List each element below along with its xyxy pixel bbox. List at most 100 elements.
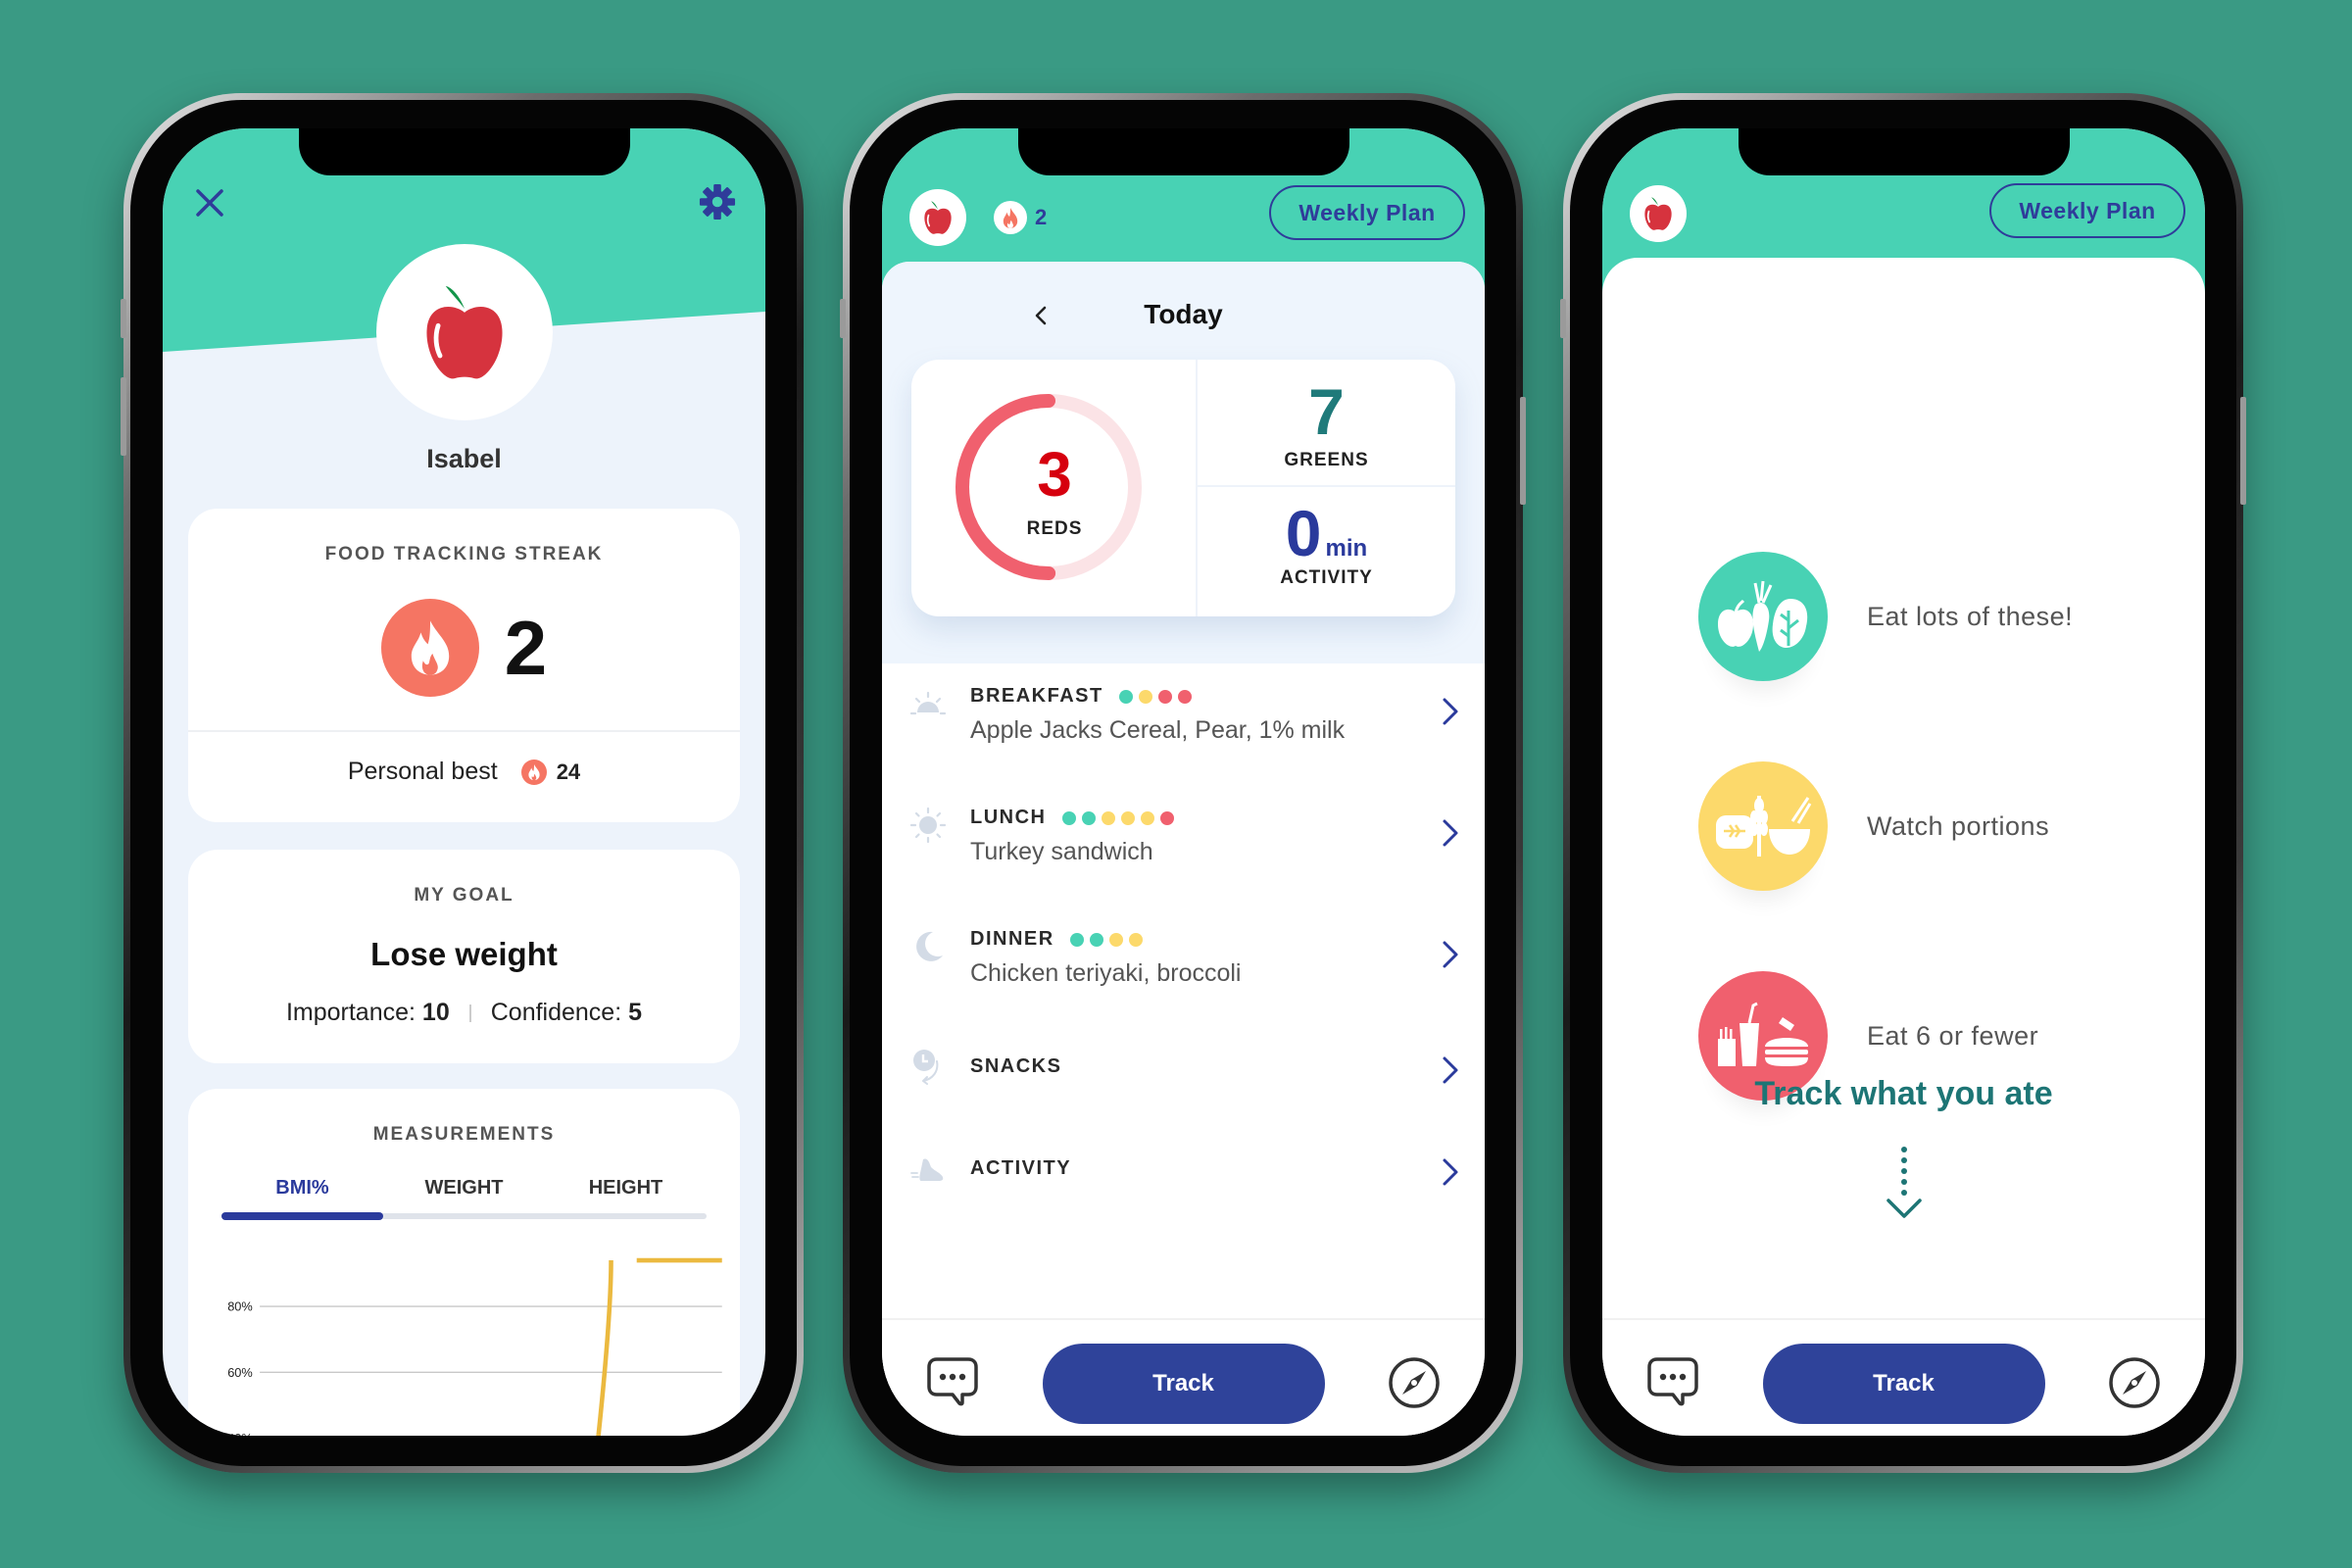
notch — [1017, 128, 1349, 175]
guide-text: Eat lots of these! — [1867, 601, 2074, 631]
chevron-right-icon — [1442, 1157, 1459, 1187]
avatar[interactable] — [375, 244, 553, 420]
food-dot-green — [1081, 810, 1096, 825]
streak-card-label: FOOD TRACKING STREAK — [324, 544, 604, 564]
volume-up-button — [121, 377, 126, 456]
measurements-label: MEASUREMENTS — [372, 1124, 556, 1145]
profile-screen: Isabel FOOD TRACKING STREAK 2 Personal b… — [163, 128, 765, 1436]
chevron-right-icon — [1442, 697, 1459, 726]
meal-description: Apple Jacks Cereal, Pear, 1% milk — [970, 716, 1346, 744]
today-screen: 2 Weekly Plan Today 3 REDS 7 GREENS 0 mi… — [882, 128, 1485, 1436]
goal-card-label: MY GOAL — [414, 885, 514, 906]
weekly-plan-button[interactable]: Weekly Plan — [1269, 185, 1465, 240]
divider — [188, 730, 740, 732]
food-color-dots — [1118, 689, 1192, 704]
chevron-right-icon — [1442, 1055, 1459, 1085]
guide-text: Eat 6 or fewer — [1867, 1020, 2039, 1051]
confidence-label: Confidence: — [490, 999, 622, 1026]
phone-guide: Weekly Plan Eat lots of these! Watch por… — [1560, 93, 2246, 1473]
tab-bmi[interactable]: BMI% — [221, 1177, 383, 1213]
food-dot-yellow — [1120, 810, 1135, 825]
track-button[interactable]: Track — [1042, 1344, 1325, 1424]
food-dot-green — [1089, 932, 1103, 947]
bmi-chart: 80% 60% 40% — [227, 1257, 722, 1436]
food-dot-green — [1069, 932, 1084, 947]
compass-icon[interactable] — [1387, 1355, 1442, 1410]
flame-icon — [520, 759, 547, 785]
mute-switch — [840, 299, 846, 338]
confidence-value: 5 — [628, 999, 643, 1026]
track-button[interactable]: Track — [1762, 1344, 2045, 1424]
activity-panel[interactable]: 0 min ACTIVITY — [1198, 487, 1455, 616]
today-sheet: Today 3 REDS 7 GREENS 0 min ACTIVITY BRE… — [882, 262, 1485, 1436]
meal-description: Turkey sandwich — [970, 838, 1153, 865]
mute-switch — [121, 299, 126, 338]
meal-item-lunch[interactable]: LUNCH Turkey sandwich — [882, 785, 1485, 906]
meal-name: LUNCH — [970, 807, 1047, 828]
importance-value: 10 — [421, 999, 450, 1026]
clock-icon — [913, 1050, 939, 1085]
tab-indicator — [221, 1212, 383, 1220]
notch — [1738, 128, 2070, 175]
streak-indicator: 2 — [994, 201, 1047, 234]
chat-icon[interactable] — [1645, 1353, 1700, 1408]
chat-icon[interactable] — [925, 1353, 980, 1408]
activity-label: ACTIVITY — [1280, 567, 1373, 588]
tab-weight[interactable]: WEIGHT — [383, 1177, 545, 1213]
meal-name: ACTIVITY — [970, 1157, 1072, 1179]
bottom-bar: Track — [882, 1318, 1485, 1436]
meal-description: Chicken teriyaki, broccoli — [970, 959, 1242, 987]
food-color-dots — [1061, 810, 1174, 825]
guide-screen: Weekly Plan Eat lots of these! Watch por… — [1602, 128, 2205, 1436]
greens-panel[interactable]: 7 GREENS — [1198, 360, 1455, 487]
profile-button[interactable] — [1630, 185, 1687, 242]
chevron-right-icon — [1442, 818, 1459, 848]
food-dot-yellow — [1138, 689, 1152, 704]
meal-item-snacks[interactable]: SNACKS — [882, 1028, 1485, 1130]
stats-card: 3 REDS 7 GREENS 0 min ACTIVITY — [911, 360, 1455, 616]
y-tick-label: 80% — [227, 1299, 253, 1314]
food-dot-green — [1118, 689, 1133, 704]
bottom-bar: Track — [1602, 1318, 2205, 1436]
food-dot-yellow — [1108, 932, 1123, 947]
food-dot-yellow — [1140, 810, 1154, 825]
vegetables-icon — [1698, 552, 1828, 681]
phone-profile: Isabel FOOD TRACKING STREAK 2 Personal b… — [121, 93, 804, 1473]
personal-best-value: 24 — [556, 759, 581, 784]
meal-item-dinner[interactable]: DINNER Chicken teriyaki, broccoli — [882, 906, 1485, 1028]
reds-panel[interactable]: 3 REDS — [911, 360, 1198, 616]
shoe-icon — [910, 1158, 944, 1181]
meal-item-activity[interactable]: ACTIVITY — [882, 1130, 1485, 1232]
tab-height[interactable]: HEIGHT — [545, 1177, 707, 1213]
reds-label: REDS — [1026, 518, 1083, 539]
grains-icon — [1698, 761, 1828, 891]
food-dot-red — [1157, 689, 1172, 704]
food-dot-yellow — [1101, 810, 1115, 825]
compass-icon[interactable] — [2107, 1355, 2162, 1410]
meal-list: BREAKFAST Apple Jacks Cereal, Pear, 1% m… — [882, 663, 1485, 1232]
tab-indicator-track — [221, 1212, 707, 1220]
gear-icon[interactable] — [699, 183, 736, 220]
y-tick-label: 40% — [227, 1431, 253, 1436]
page-title: Today — [1144, 299, 1223, 329]
mute-switch — [1560, 299, 1566, 338]
personal-best-label: Personal best — [347, 758, 498, 785]
food-dot-red — [1159, 810, 1174, 825]
measurements-card: MEASUREMENTS BMI% WEIGHT HEIGHT 80% 60% 40… — [188, 1089, 740, 1436]
streak-value: 2 — [504, 604, 548, 691]
notch — [298, 128, 630, 175]
goal-card[interactable]: MY GOAL Lose weight Importance: 10 Confi… — [188, 850, 740, 1063]
sunrise-icon — [909, 691, 947, 715]
streak-card: FOOD TRACKING STREAK 2 Personal best 24 — [188, 509, 740, 822]
confidence: Confidence: 5 — [491, 999, 642, 1027]
power-button — [2240, 397, 2246, 505]
meal-item-breakfast[interactable]: BREAKFAST Apple Jacks Cereal, Pear, 1% m… — [882, 663, 1485, 785]
apple-icon — [1642, 195, 1675, 232]
streak-count: 2 — [1035, 205, 1048, 229]
weekly-plan-button[interactable]: Weekly Plan — [1989, 183, 2185, 238]
guide-item-greens: Eat lots of these! — [1698, 552, 2073, 681]
greens-label: GREENS — [1284, 450, 1369, 470]
apple-icon — [417, 280, 512, 384]
profile-button[interactable] — [909, 189, 966, 246]
close-icon[interactable] — [192, 185, 227, 220]
